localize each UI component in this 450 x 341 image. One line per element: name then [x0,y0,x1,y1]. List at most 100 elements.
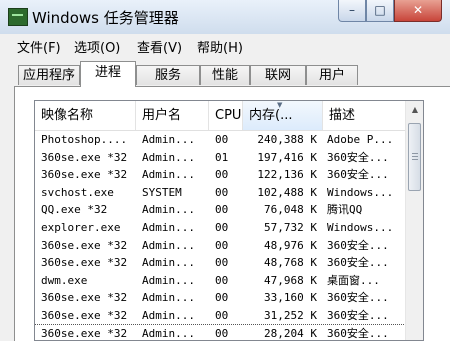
cell-cpu: 00 [215,256,229,270]
menu-file[interactable]: 文件(F) [17,37,61,56]
table-row[interactable]: Photoshop.... Admin... 00 240,388 K Adobe P.… [35,131,405,149]
cell-user-name: Admin... [142,168,195,182]
column-header-memory[interactable]: ▼ 内存(... [243,101,323,130]
cell-cpu: 00 [215,168,229,182]
cell-description: 桌面窗... [327,273,380,287]
cell-description: 360安全... [327,168,389,182]
cell-user-name: Admin... [142,238,195,252]
table-row[interactable]: 360se.exe *32 Admin... 01 197,416 K 360安全... [35,149,405,167]
task-manager-icon [8,8,28,26]
table-row[interactable]: 360se.exe *32 Admin... 00 48,976 K 360安全... [35,237,405,255]
sort-descending-icon: ▼ [277,101,283,109]
maximize-button[interactable]: □ [366,0,394,22]
table-row[interactable]: 360se.exe *32 Admin... 00 48,768 K 360安全... [35,254,405,272]
cell-cpu: 00 [215,203,229,217]
cell-description: 360安全... [327,150,389,164]
scroll-up-arrow-icon[interactable]: ▲ [406,101,423,119]
cell-memory: 57,732 K [264,220,317,234]
cell-cpu: 00 [215,308,229,322]
cell-description: Adobe P... [327,133,394,146]
cell-description: 360安全... [327,256,389,270]
table-row[interactable]: 360se.exe *32 Admin... 00 31,252 K 360安全... [35,307,405,325]
cell-cpu: 00 [215,238,229,252]
cell-cpu: 01 [215,150,229,164]
cell-image-name: dwm.exe [41,273,88,287]
cell-image-name: Photoshop.... [41,133,128,146]
cell-memory: 76,048 K [264,203,317,217]
cell-description: 360安全... [327,326,389,340]
cell-memory: 47,968 K [264,273,317,287]
column-header-row: 映像名称 用户名 CPU ▼ 内存(... 描述 [35,101,405,131]
cell-image-name: 360se.exe *32 [41,168,128,182]
cell-image-name: QQ.exe *32 [41,203,108,217]
table-row[interactable]: explorer.exe Admin... 00 57,732 K Windows... [35,219,405,237]
cell-image-name: 360se.exe *32 [41,326,128,340]
menu-options[interactable]: 选项(O) [74,37,120,56]
menu-help[interactable]: 帮助(H) [197,37,243,56]
cell-description: Windows... [327,220,394,234]
cell-image-name: 360se.exe *32 [41,256,128,270]
cell-image-name: 360se.exe *32 [41,308,128,322]
cell-memory: 240,388 K [257,133,317,146]
minimize-button[interactable]: – [338,0,366,22]
cell-memory: 122,136 K [257,168,317,182]
cell-description: 360安全... [327,308,389,322]
cell-cpu: 00 [215,133,229,146]
menu-bar: 文件(F) 选项(O) 查看(V) 帮助(H) [0,34,450,56]
scrollbar-thumb[interactable] [408,123,421,191]
cell-image-name: 360se.exe *32 [41,150,128,164]
cell-user-name: Admin... [142,291,195,305]
cell-cpu: 00 [215,273,229,287]
cell-memory: 197,416 K [257,150,317,164]
column-header-description[interactable]: 描述 [323,101,405,130]
table-row[interactable]: 360se.exe *32 Admin... 00 33,160 K 360安全... [35,289,405,307]
cell-user-name: Admin... [142,326,195,340]
tab-processes[interactable]: 进程 [80,61,136,87]
process-list[interactable]: 映像名称 用户名 CPU ▼ 内存(... 描述 Photoshop.... Ad… [34,100,424,341]
vertical-scrollbar[interactable]: ▲ [405,101,423,340]
cell-cpu: 00 [215,326,229,340]
close-button[interactable]: ✕ [394,0,442,22]
cell-user-name: Admin... [142,220,195,234]
cell-memory: 102,488 K [257,185,317,199]
cell-user-name: Admin... [142,203,195,217]
menu-view[interactable]: 查看(V) [137,37,182,56]
table-row[interactable]: 360se.exe *32 Admin... 00 28,204 K 360安全... [35,323,406,340]
table-row[interactable]: 360se.exe *32 Admin... 00 122,136 K 360安全... [35,166,405,184]
tab-networking[interactable]: 联网 [250,65,306,85]
column-header-memory-label: 内存(... [249,108,293,123]
cell-memory: 48,768 K [264,256,317,270]
column-header-cpu[interactable]: CPU [209,101,243,130]
cell-memory: 28,204 K [264,326,317,340]
cell-memory: 48,976 K [264,238,317,252]
table-row[interactable]: svchost.exe SYSTEM 00 102,488 K Windows... [35,184,405,202]
column-header-image-name[interactable]: 映像名称 [35,101,136,130]
cell-image-name: svchost.exe [41,185,114,199]
table-row[interactable]: dwm.exe Admin... 00 47,968 K 桌面窗... [35,272,405,290]
cell-image-name: explorer.exe [41,220,121,234]
cell-cpu: 00 [215,185,229,199]
cell-user-name: Admin... [142,256,195,270]
cell-description: 腾讯QQ [327,203,363,217]
cell-user-name: Admin... [142,133,195,146]
window-title: Windows 任务管理器 [32,9,179,27]
tab-users[interactable]: 用户 [306,65,358,85]
cell-memory: 31,252 K [264,308,317,322]
cell-user-name: Admin... [142,308,195,322]
table-row[interactable]: QQ.exe *32 Admin... 00 76,048 K 腾讯QQ [35,201,405,219]
title-bar[interactable]: Windows 任务管理器 – □ ✕ [0,0,450,34]
cell-cpu: 00 [215,291,229,305]
cell-image-name: 360se.exe *32 [41,291,128,305]
cell-user-name: Admin... [142,273,195,287]
tab-performance[interactable]: 性能 [200,65,250,85]
tab-applications[interactable]: 应用程序 [18,65,80,85]
cell-image-name: 360se.exe *32 [41,238,128,252]
column-header-user-name[interactable]: 用户名 [136,101,209,130]
cell-cpu: 00 [215,220,229,234]
cell-description: 360安全... [327,238,389,252]
tab-services[interactable]: 服务 [136,65,200,85]
cell-memory: 33,160 K [264,291,317,305]
cell-description: Windows... [327,185,394,199]
cell-user-name: SYSTEM [142,185,182,199]
cell-user-name: Admin... [142,150,195,164]
